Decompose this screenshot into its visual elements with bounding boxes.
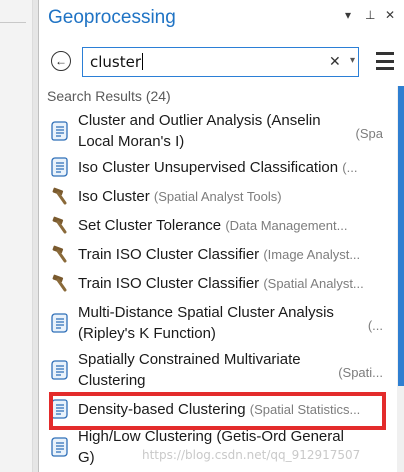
result-text: Set Cluster Tolerance (Data Management..… [78, 217, 348, 234]
script-tool-icon [50, 399, 70, 419]
geoprocessing-pane: Geoprocessing ▾ ⊥ ✕ ← cluster ✕ ▾ Search… [38, 0, 404, 472]
result-item-selected[interactable]: Density-based Clustering (Spatial Statis… [41, 399, 385, 423]
result-text: Spatially Constrained Multivariate Clust… [78, 351, 383, 389]
search-results-header: Search Results (24) [47, 88, 171, 104]
watermark-text: https://blog.csdn.net/qq_912917507 [142, 448, 361, 462]
result-item[interactable]: Set Cluster Tolerance (Data Management..… [41, 215, 385, 239]
pane-title: Geoprocessing [48, 7, 176, 28]
left-panel-tab-line [0, 22, 26, 23]
result-text: Multi-Distance Spatial Cluster Analysis … [78, 304, 383, 342]
result-text: Cluster and Outlier Analysis (Anselin Lo… [78, 112, 383, 150]
hammer-tool-icon [50, 244, 70, 264]
pin-icon[interactable]: ⊥ [365, 8, 375, 22]
results-scrollbar[interactable] [397, 86, 404, 472]
result-item[interactable]: Cluster and Outlier Analysis (Anselin Lo… [41, 110, 385, 154]
clear-search-icon[interactable]: ✕ [329, 53, 341, 70]
result-item[interactable]: Multi-Distance Spatial Cluster Analysis … [41, 302, 385, 346]
script-tool-icon [50, 121, 70, 141]
script-tool-icon [50, 157, 70, 177]
arrow-left-circle-icon: ← [55, 54, 67, 68]
result-text: Train ISO Cluster Classifier (Image Anal… [78, 246, 361, 263]
pane-options-icon[interactable]: ▾ [345, 8, 351, 22]
script-tool-icon [50, 437, 70, 457]
search-input[interactable]: cluster ✕ ▾ [82, 47, 359, 77]
hammer-tool-icon [50, 215, 70, 235]
result-item[interactable]: Iso Cluster (Spatial Analyst Tools) [41, 186, 385, 210]
back-button[interactable]: ← [51, 51, 71, 71]
result-item[interactable]: Iso Cluster Unsupervised Classification … [41, 157, 385, 181]
search-input-value: cluster [90, 53, 144, 71]
left-panel-edge [0, 0, 33, 472]
hammer-tool-icon [50, 273, 70, 293]
script-tool-icon [50, 360, 70, 380]
result-text: Density-based Clustering (Spatial Statis… [78, 401, 361, 418]
search-dropdown-icon[interactable]: ▾ [350, 55, 355, 66]
script-tool-icon [50, 313, 70, 333]
result-item[interactable]: Train ISO Cluster Classifier (Spatial An… [41, 273, 385, 297]
result-item[interactable]: Spatially Constrained Multivariate Clust… [41, 349, 385, 393]
result-text: Iso Cluster (Spatial Analyst Tools) [78, 188, 282, 205]
result-item[interactable]: Train ISO Cluster Classifier (Image Anal… [41, 244, 385, 268]
scroll-thumb[interactable] [398, 86, 404, 386]
close-icon[interactable]: ✕ [385, 8, 395, 22]
hammer-tool-icon [50, 186, 70, 206]
result-text: Iso Cluster Unsupervised Classification … [78, 159, 358, 176]
hamburger-menu-icon[interactable] [376, 52, 394, 70]
result-text: Train ISO Cluster Classifier (Spatial An… [78, 275, 364, 292]
